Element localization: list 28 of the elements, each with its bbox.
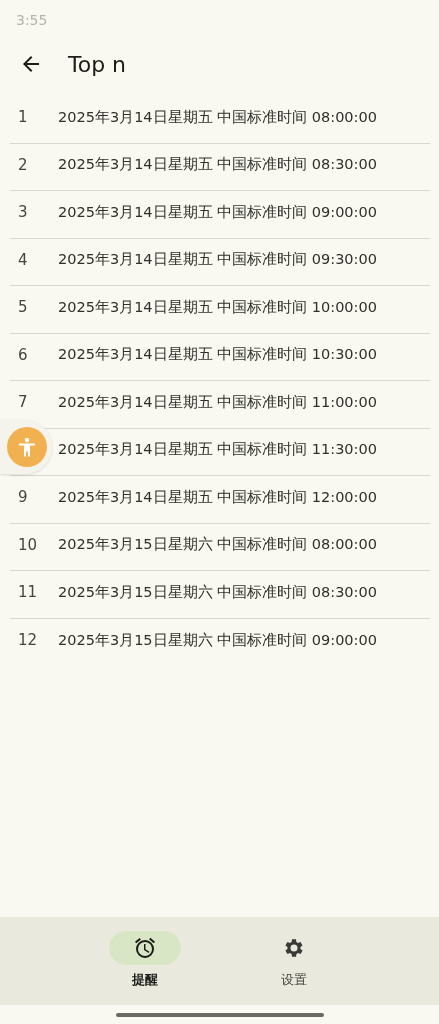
row-number: 1 bbox=[18, 108, 28, 126]
row-number: 12 bbox=[18, 630, 38, 649]
nav-tab[interactable]: 设置 bbox=[249, 917, 340, 1005]
date-time-text: 2025年3月14日星期五 中国标准时间 09:30:00 bbox=[58, 250, 377, 270]
nav-tab[interactable]: 提醒 bbox=[99, 917, 190, 1005]
date-time-text: 2025年3月14日星期五 中国标准时间 11:00:00 bbox=[58, 392, 377, 412]
date-time-text: 2025年3月15日星期六 中国标准时间 09:00:00 bbox=[58, 630, 377, 650]
row-number: 10 bbox=[18, 535, 38, 554]
status-time: 3:55 bbox=[16, 12, 48, 28]
date-time-text: 2025年3月14日星期五 中国标准时间 10:00:00 bbox=[58, 297, 377, 317]
row-number: 3 bbox=[18, 203, 28, 221]
row-number: 2 bbox=[18, 155, 28, 174]
row-number: 7 bbox=[18, 393, 28, 411]
row-number: 6 bbox=[18, 345, 28, 364]
date-time-text: 2025年3月14日星期五 中国标准时间 08:30:00 bbox=[58, 155, 377, 175]
row-number: 4 bbox=[18, 250, 28, 269]
date-time-text: 2025年3月14日星期五 中国标准时间 12:00:00 bbox=[58, 487, 377, 507]
date-time-text: 2025年3月14日星期五 中国标准时间 10:30:00 bbox=[58, 345, 377, 365]
date-time-text: 2025年3月15日星期六 中国标准时间 08:30:00 bbox=[58, 582, 377, 602]
row-number: 11 bbox=[18, 583, 38, 601]
date-time-text: 2025年3月15日星期六 中国标准时间 08:00:00 bbox=[58, 535, 377, 555]
row-number: 5 bbox=[18, 298, 28, 316]
date-time-text: 2025年3月14日星期五 中国标准时间 09:00:00 bbox=[58, 202, 377, 222]
row-number: 9 bbox=[18, 488, 28, 506]
date-time-text: 2025年3月14日星期五 中国标准时间 08:00:00 bbox=[58, 107, 377, 127]
page-title: Top n bbox=[68, 51, 127, 77]
date-time-text: 2025年3月14日星期五 中国标准时间 11:30:00 bbox=[58, 440, 377, 460]
alarm-clock-icon bbox=[132, 936, 157, 960]
